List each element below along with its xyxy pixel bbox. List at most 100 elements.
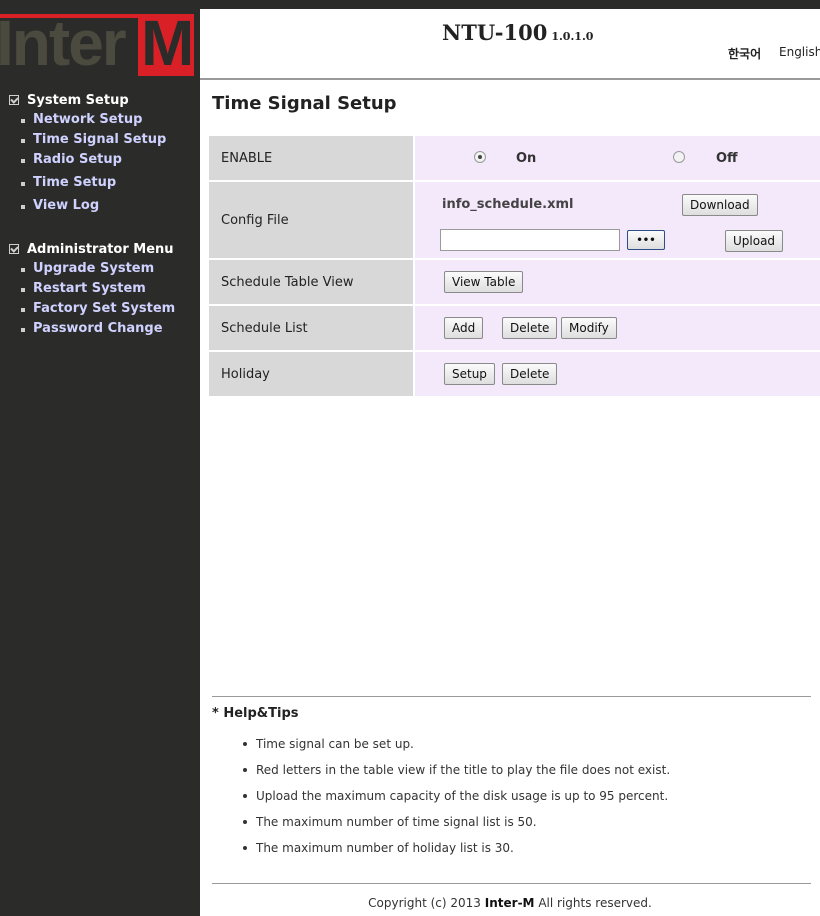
language-english-link[interactable]: English: [779, 45, 820, 59]
add-button[interactable]: Add: [444, 317, 484, 339]
file-path-input[interactable]: [440, 229, 620, 251]
row-value-schedule-list: Add Delete Modify: [415, 306, 820, 350]
row-schedule-list: Schedule List Add Delete Modify: [209, 306, 820, 350]
sidebar-item-time-setup[interactable]: Time Setup: [0, 169, 200, 192]
holiday-delete-button[interactable]: Delete: [502, 363, 558, 385]
sidebar-item-label: Radio Setup: [33, 151, 122, 167]
logo-m-block: M: [138, 14, 194, 76]
help-tips-list: Time signal can be set up. Red letters i…: [243, 731, 670, 861]
help-tip: Red letters in the table view if the tit…: [243, 757, 670, 783]
menu-group-administrator-menu: Administrator Menu Upgrade System Restar…: [0, 240, 200, 338]
sidebar-item-label: Time Signal Setup: [33, 131, 167, 147]
page-header: NTU-100 1.0.1.0 한국어 English: [200, 9, 820, 80]
row-enable: ENABLE On Off: [209, 136, 820, 180]
menu-header-label: System Setup: [27, 92, 129, 108]
page-title: Time Signal Setup: [212, 93, 397, 114]
sidebar-item-label: Time Setup: [33, 174, 117, 190]
menu-group-system-setup: System Setup Network Setup Time Signal S…: [0, 91, 200, 215]
download-button[interactable]: Download: [682, 194, 758, 216]
row-value-holiday: Setup Delete: [415, 352, 820, 396]
bullet-icon: [243, 820, 247, 824]
bullet-icon: [21, 182, 25, 186]
sidebar-item-radio-setup[interactable]: Radio Setup: [0, 149, 200, 169]
bullet-icon: [243, 742, 247, 746]
row-value-config-file: info_schedule.xml Download ••• Upload: [415, 182, 820, 258]
help-divider-bottom: [212, 883, 811, 884]
help-tip: The maximum number of holiday list is 30…: [243, 835, 670, 861]
sidebar-item-restart-system[interactable]: Restart System: [0, 278, 200, 298]
menu-header-administrator-menu[interactable]: Administrator Menu: [0, 240, 200, 258]
bullet-icon: [21, 308, 25, 312]
bullet-icon: [243, 846, 247, 850]
help-tip: The maximum number of time signal list i…: [243, 809, 670, 835]
help-tip-text: Time signal can be set up.: [256, 737, 414, 751]
bullet-icon: [243, 794, 247, 798]
upload-button[interactable]: Upload: [725, 230, 784, 252]
help-tip: Upload the maximum capacity of the disk …: [243, 783, 670, 809]
app-title: NTU-100 1.0.1.0: [442, 20, 593, 45]
enable-on-label: On: [516, 151, 537, 166]
enable-off-label: Off: [716, 151, 738, 166]
sidebar-item-view-log[interactable]: View Log: [0, 192, 200, 215]
sidebar-item-time-signal-setup[interactable]: Time Signal Setup: [0, 129, 200, 149]
row-label-schedule-table-view: Schedule Table View: [209, 260, 413, 304]
sidebar-item-label: Upgrade System: [33, 260, 155, 276]
sidebar: Inter M System Setup Network Setup Time …: [0, 0, 200, 916]
row-label-schedule-list: Schedule List: [209, 306, 413, 350]
sidebar-item-label: View Log: [33, 197, 100, 213]
browse-button[interactable]: •••: [627, 230, 665, 250]
row-label-holiday: Holiday: [209, 352, 413, 396]
checkbox-icon: [9, 95, 19, 105]
row-config-file: Config File info_schedule.xml Download •…: [209, 182, 820, 258]
sidebar-item-upgrade-system[interactable]: Upgrade System: [0, 258, 200, 278]
row-label-enable: ENABLE: [209, 136, 413, 180]
bullet-icon: [21, 205, 25, 209]
bullet-icon: [21, 268, 25, 272]
help-tip-text: The maximum number of time signal list i…: [256, 815, 537, 829]
bullet-icon: [243, 768, 247, 772]
app-name: NTU-100: [442, 20, 548, 45]
language-korean-link[interactable]: 한국어: [728, 45, 761, 62]
sidebar-item-network-setup[interactable]: Network Setup: [0, 109, 200, 129]
help-tip: Time signal can be set up.: [243, 731, 670, 757]
help-tip-text: Red letters in the table view if the tit…: [256, 763, 671, 777]
modify-button[interactable]: Modify: [561, 317, 617, 339]
footer-suffix: All rights reserved.: [538, 896, 652, 910]
sidebar-item-factory-set-system[interactable]: Factory Set System: [0, 298, 200, 318]
sidebar-item-label: Network Setup: [33, 111, 143, 127]
help-tip-text: The maximum number of holiday list is 30…: [256, 841, 514, 855]
footer-brand: Inter-M: [484, 896, 535, 910]
holiday-setup-button[interactable]: Setup: [444, 363, 495, 385]
bullet-icon: [21, 328, 25, 332]
view-table-button[interactable]: View Table: [444, 271, 524, 293]
row-value-enable: On Off: [415, 136, 820, 180]
enable-off-radio[interactable]: [673, 151, 685, 163]
menu-header-label: Administrator Menu: [27, 241, 174, 257]
bullet-icon: [21, 119, 25, 123]
sidebar-item-label: Password Change: [33, 320, 163, 336]
footer-prefix: Copyright (c) 2013: [368, 896, 481, 910]
row-schedule-table-view: Schedule Table View View Table: [209, 260, 820, 304]
help-tip-text: Upload the maximum capacity of the disk …: [256, 789, 669, 803]
bullet-icon: [21, 139, 25, 143]
settings-table: ENABLE On Off Config File info_schedule.…: [209, 136, 820, 398]
config-file-name: info_schedule.xml: [442, 197, 574, 212]
enable-on-radio[interactable]: [474, 151, 486, 163]
checkbox-icon: [9, 244, 19, 254]
sidebar-item-label: Restart System: [33, 280, 146, 296]
help-title: * Help&Tips: [212, 706, 299, 721]
logo-text-m: M: [141, 14, 194, 76]
menu-header-system-setup[interactable]: System Setup: [0, 91, 200, 109]
row-value-schedule-table-view: View Table: [415, 260, 820, 304]
row-holiday: Holiday Setup Delete: [209, 352, 820, 396]
app-version: 1.0.1.0: [551, 30, 594, 43]
help-divider-top: [212, 696, 811, 697]
logo-text-inter: Inter: [0, 14, 127, 76]
delete-schedule-button[interactable]: Delete: [502, 317, 558, 339]
row-label-config-file: Config File: [209, 182, 413, 258]
footer: Copyright (c) 2013 Inter-M All rights re…: [200, 896, 820, 910]
brand-logo: Inter M: [0, 14, 194, 76]
bullet-icon: [21, 159, 25, 163]
bullet-icon: [21, 288, 25, 292]
sidebar-item-password-change[interactable]: Password Change: [0, 318, 200, 338]
